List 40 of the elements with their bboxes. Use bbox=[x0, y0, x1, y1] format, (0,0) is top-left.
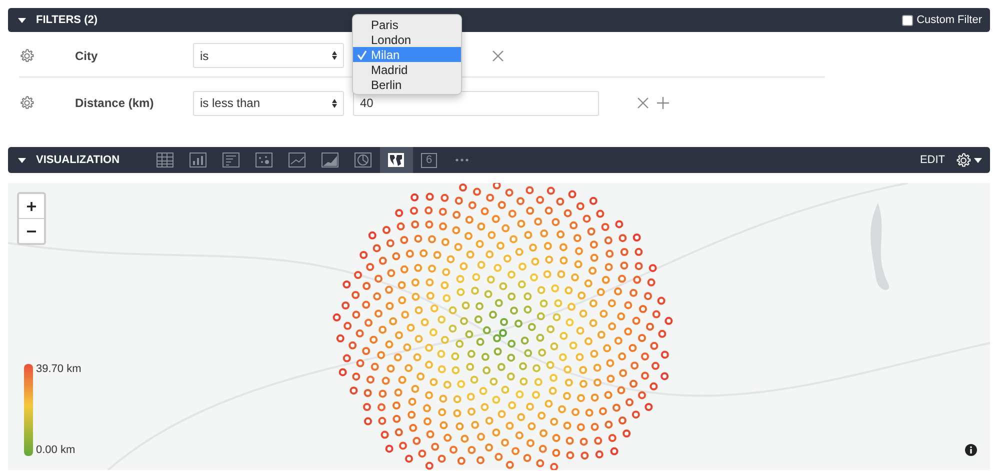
visualization-title: VISUALIZATION bbox=[36, 154, 120, 166]
dropdown-option[interactable]: London bbox=[353, 32, 461, 47]
filter-value-field[interactable]: 40 bbox=[353, 90, 599, 116]
filter-field-label: Distance (km) bbox=[75, 96, 155, 110]
filters-title: FILTERS (2) bbox=[36, 14, 98, 26]
number-icon: 6 bbox=[421, 152, 438, 168]
close-icon[interactable] bbox=[637, 97, 649, 109]
custom-filter-label[interactable]: Custom Filter bbox=[916, 14, 982, 26]
pie-chart-icon bbox=[354, 151, 372, 169]
caret-icon[interactable] bbox=[18, 158, 26, 162]
custom-filter-checkbox[interactable] bbox=[902, 14, 913, 26]
dropdown-option[interactable]: Berlin bbox=[353, 77, 461, 92]
more-icon bbox=[455, 158, 470, 162]
line-chart-icon bbox=[288, 151, 306, 169]
plus-icon bbox=[27, 202, 36, 210]
chart-type-tab[interactable] bbox=[380, 147, 413, 173]
select-arrows-icon bbox=[332, 51, 337, 60]
chart-type-tab[interactable]: 6 bbox=[412, 147, 446, 173]
check-icon bbox=[357, 50, 367, 60]
legend-max-label: 39.70 km bbox=[36, 364, 82, 375]
operator-select[interactable]: is bbox=[193, 43, 344, 68]
world-map-icon bbox=[387, 151, 406, 169]
info-icon[interactable] bbox=[965, 444, 977, 456]
area-chart-icon bbox=[321, 151, 340, 169]
dropdown-option[interactable]: Madrid bbox=[353, 62, 461, 77]
dropdown-option[interactable]: Paris bbox=[353, 17, 461, 32]
scatter-icon bbox=[255, 151, 274, 169]
edit-button[interactable]: EDIT bbox=[920, 154, 945, 166]
horizontal-bars-icon bbox=[222, 151, 240, 169]
plus-icon[interactable] bbox=[657, 97, 669, 109]
close-icon[interactable] bbox=[492, 50, 504, 62]
settings-icon[interactable] bbox=[955, 152, 972, 168]
operator-select[interactable]: is less than bbox=[193, 90, 344, 116]
caret-icon[interactable] bbox=[18, 18, 26, 22]
select-arrows-icon bbox=[332, 98, 337, 108]
bar-chart-icon bbox=[189, 151, 208, 169]
legend-min-label: 0.00 km bbox=[36, 445, 76, 456]
caret-icon[interactable] bbox=[974, 158, 982, 162]
filter-field-label: City bbox=[75, 48, 99, 62]
table-icon bbox=[156, 151, 174, 169]
